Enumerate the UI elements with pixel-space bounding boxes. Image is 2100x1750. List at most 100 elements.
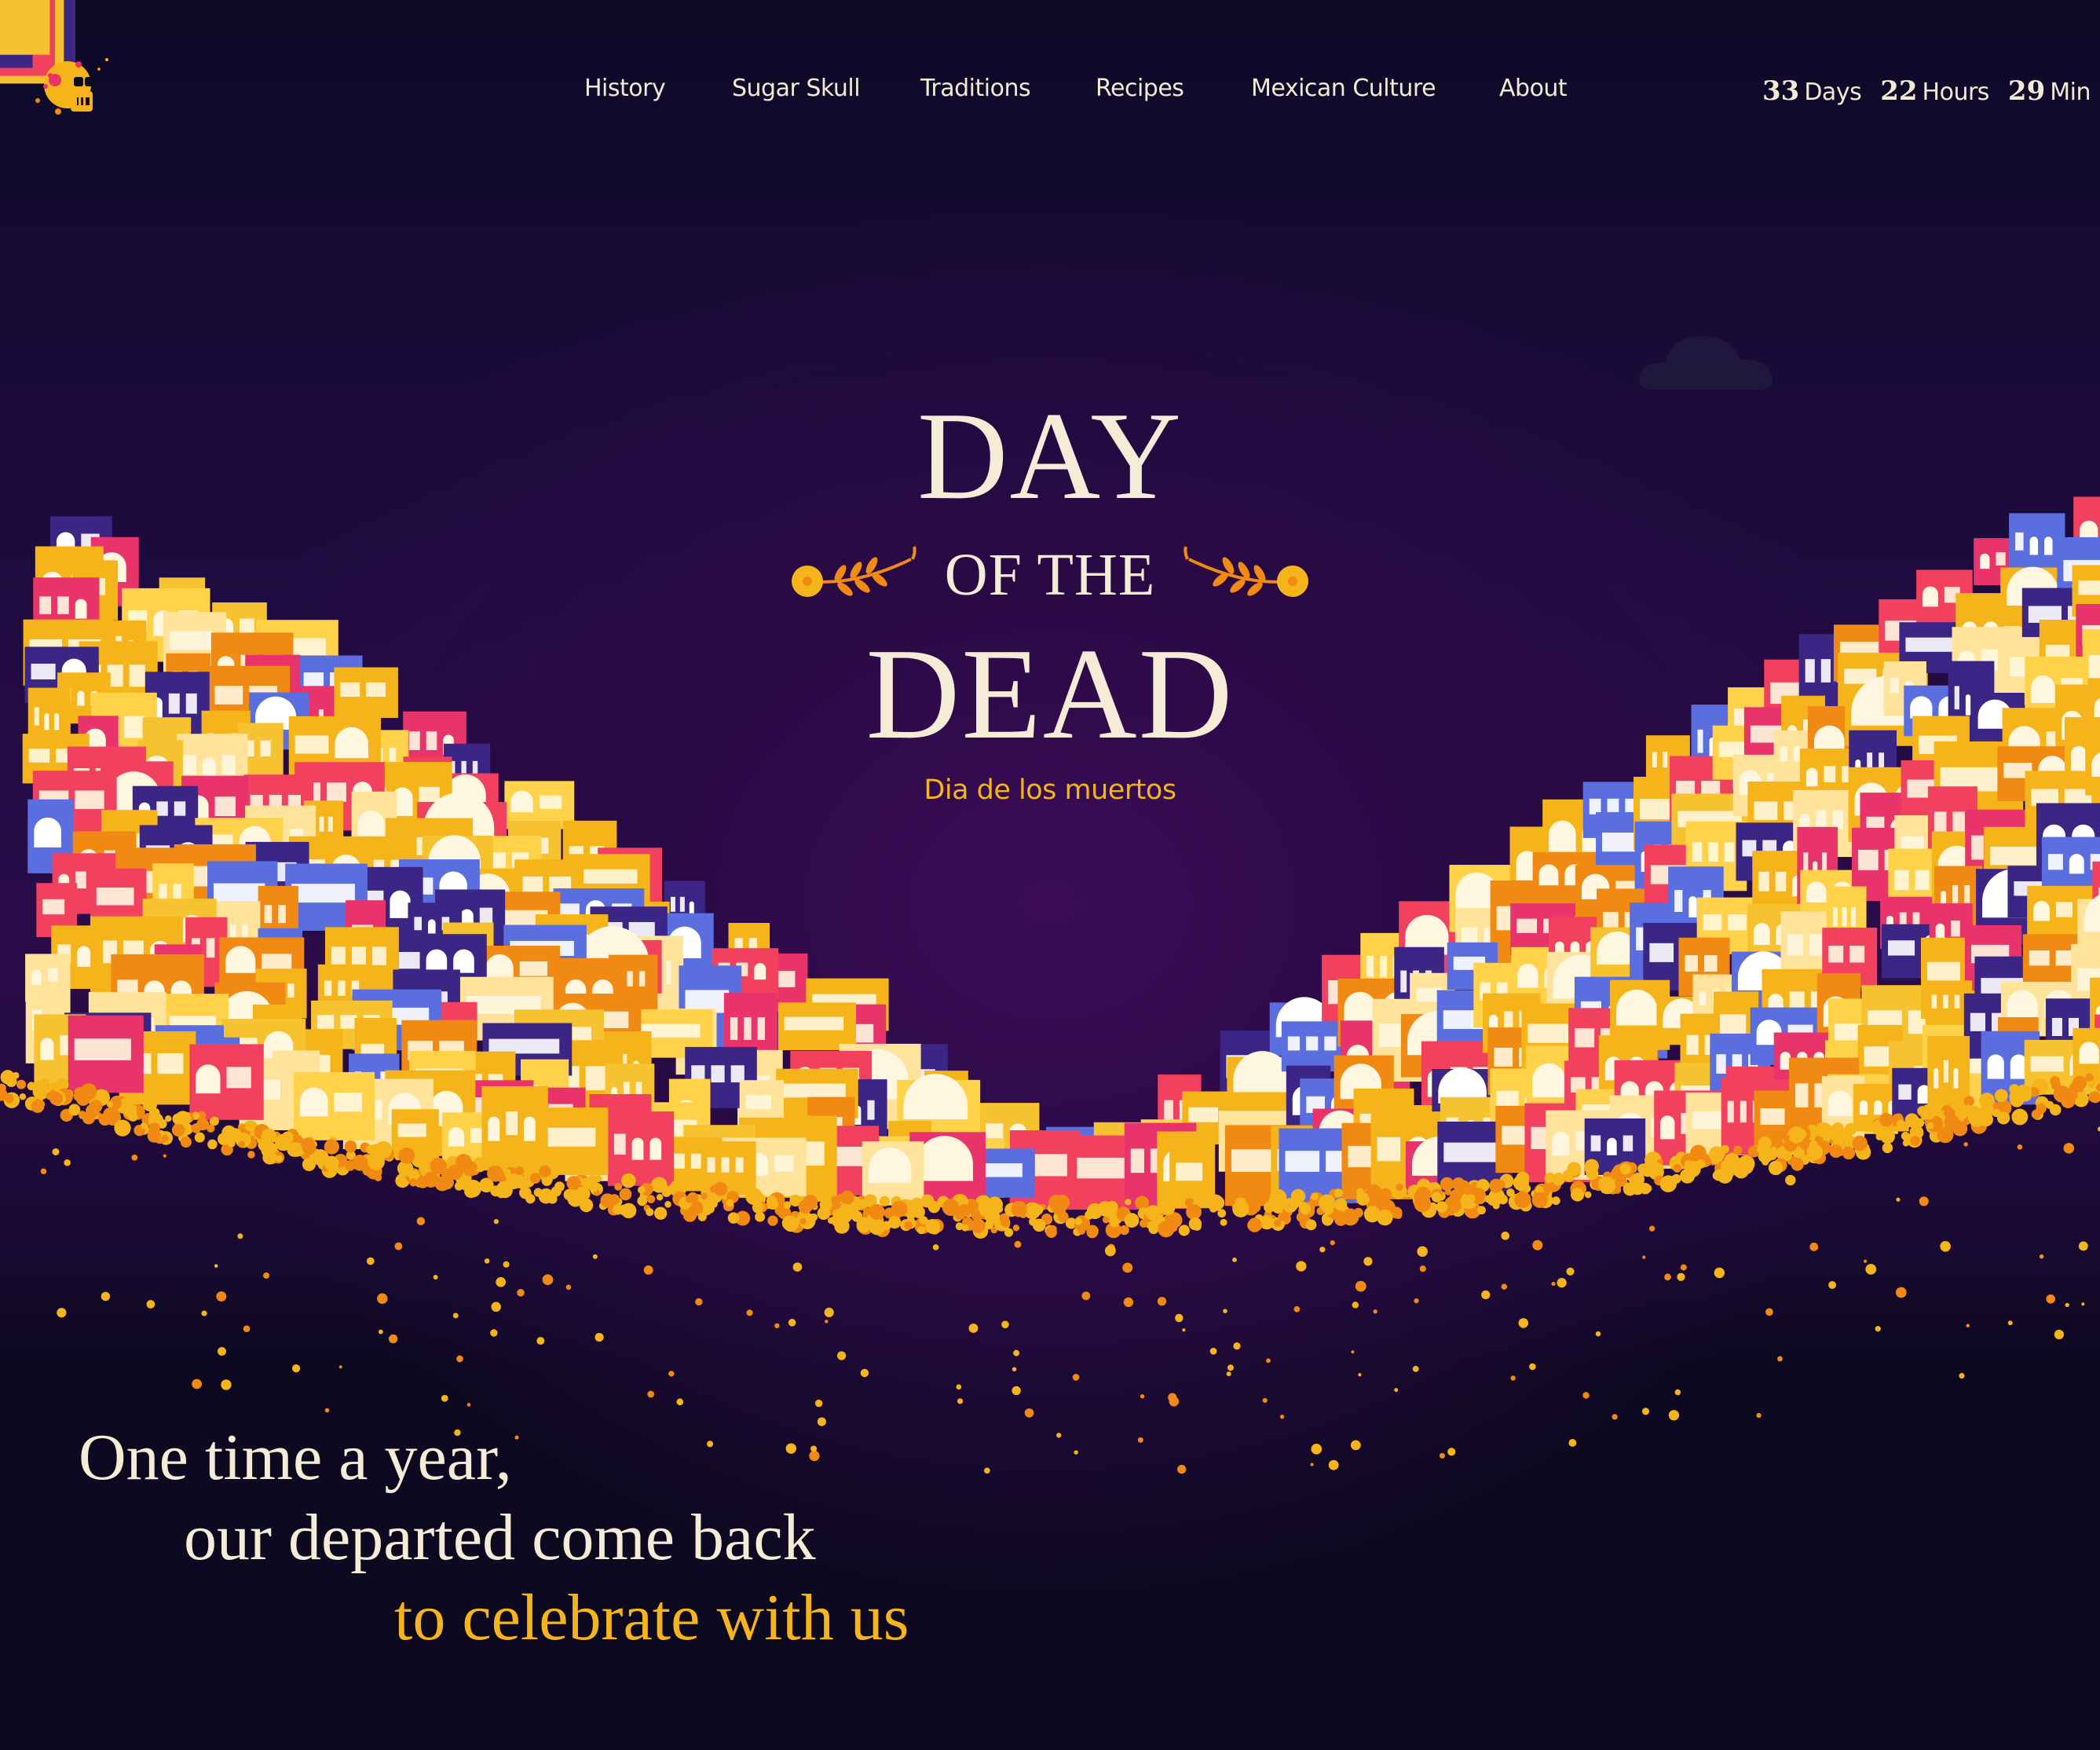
marigold-flower	[1882, 1142, 1893, 1154]
marigold-petal	[836, 1351, 847, 1360]
window	[707, 1157, 715, 1173]
window	[1832, 810, 1843, 829]
nav-link-mexican-culture[interactable]: Mexican Culture	[1251, 75, 1436, 102]
marigold-petal	[366, 1257, 375, 1265]
nav-link-history[interactable]: History	[584, 75, 666, 102]
window	[1287, 1036, 1301, 1051]
marigold-flower	[1584, 1162, 1598, 1176]
marigold-flower	[1831, 1129, 1847, 1144]
nav-link-traditions[interactable]: Traditions	[920, 75, 1031, 102]
window	[1990, 846, 2042, 866]
nav-link-about[interactable]: About	[1499, 75, 1568, 102]
marigold-petal	[647, 1390, 655, 1398]
marigold-flower	[455, 1154, 472, 1170]
marigold-flower	[368, 1153, 385, 1170]
marigold-petal	[1175, 1313, 1184, 1323]
marigold-flower	[1489, 1178, 1503, 1193]
marigold-flower	[1186, 1204, 1202, 1220]
marigold-flower	[68, 1104, 81, 1116]
countdown-hours-label: Hours	[1922, 79, 1990, 106]
window	[1685, 955, 1699, 972]
marigold-flower	[1738, 1159, 1754, 1175]
marigold-flower	[840, 1190, 854, 1205]
marigold-petal	[2039, 1254, 2044, 1259]
window	[1549, 820, 1576, 852]
marigold-petal	[1959, 1372, 1965, 1379]
marigold-petal	[810, 1445, 818, 1452]
window	[334, 1092, 363, 1112]
window	[2079, 1042, 2099, 1064]
marigold-flower	[487, 1165, 503, 1182]
window	[1894, 870, 1909, 891]
marigold-petal	[1330, 1240, 1335, 1246]
marigold-flower	[1875, 1133, 1883, 1140]
marigold-petal	[1001, 1320, 1009, 1329]
marigold-flower	[614, 1182, 623, 1191]
marigold-flower	[682, 1208, 697, 1222]
window	[1504, 1011, 1513, 1028]
window	[1692, 842, 1703, 862]
marigold-flower	[1278, 1212, 1287, 1221]
countdown-hours-value: 22	[1880, 75, 1918, 107]
marigold-flower	[726, 1199, 734, 1207]
marigold-petal	[1227, 1364, 1234, 1371]
marigold-petal	[825, 1320, 829, 1323]
marigold-petal	[1919, 1196, 1929, 1206]
marigold-petal	[324, 1408, 330, 1413]
marigold-flower	[454, 1181, 463, 1191]
nav-link-recipes[interactable]: Recipes	[1096, 75, 1184, 102]
window	[1915, 870, 1930, 891]
marigold-petal	[262, 1272, 270, 1280]
marigold-petal	[2063, 1143, 2075, 1154]
marigold-flower	[1282, 1198, 1298, 1214]
window	[613, 1133, 626, 1155]
marigold-petal	[1648, 1225, 1655, 1232]
marigold-flower	[172, 1113, 184, 1125]
window	[206, 938, 215, 958]
marigold-flower	[165, 1115, 172, 1122]
marigold-flower	[1724, 1153, 1740, 1170]
window	[488, 1116, 500, 1141]
marigold-flower	[227, 1139, 236, 1148]
window	[1728, 914, 1747, 931]
nav-link-sugar-skull[interactable]: Sugar Skull	[732, 75, 861, 102]
window	[1443, 1142, 1500, 1162]
window	[1538, 864, 1559, 886]
marigold-petal	[1279, 1414, 1285, 1419]
marigold-petal	[201, 1310, 207, 1316]
marigold-petal	[792, 1262, 803, 1272]
tagline-line-3: to celebrate with us	[394, 1581, 909, 1654]
window	[1699, 990, 1707, 1005]
marigold-flower	[221, 1125, 236, 1140]
marigold-flower	[1169, 1224, 1178, 1232]
marigold-petal	[1641, 1408, 1650, 1415]
marigold-petal	[1895, 1287, 1907, 1298]
marigold-petal	[1363, 1257, 1373, 1266]
marigold-flower	[891, 1200, 908, 1217]
marigold-flower	[1795, 1129, 1807, 1140]
marigold-flower	[281, 1131, 294, 1144]
marigold-flower	[529, 1173, 541, 1184]
marigold-flower	[171, 1123, 185, 1137]
marigold-flower	[1378, 1188, 1392, 1202]
marigold-flower	[1968, 1110, 1985, 1127]
marigold-flower	[541, 1175, 553, 1186]
window	[428, 919, 436, 934]
marigold-flower	[1119, 1225, 1129, 1236]
marigold-petal	[1551, 1281, 1556, 1287]
marigold-petal	[1350, 1440, 1361, 1451]
marigold-petal	[146, 1300, 155, 1309]
marigold-petal	[1568, 1439, 1577, 1447]
marigold-flower	[904, 1221, 913, 1230]
window	[390, 890, 411, 918]
marigold-flower	[1842, 1146, 1856, 1160]
marigold-flower	[148, 1122, 160, 1134]
marigold-petal	[774, 1323, 780, 1329]
marigold-flower	[656, 1193, 664, 1201]
window	[631, 1137, 644, 1160]
window	[75, 871, 86, 889]
countdown-hours: 22 Hours	[1880, 75, 1989, 107]
marigold-flower	[76, 1092, 90, 1106]
window	[2051, 1017, 2062, 1037]
marigold-flower	[123, 1103, 137, 1118]
